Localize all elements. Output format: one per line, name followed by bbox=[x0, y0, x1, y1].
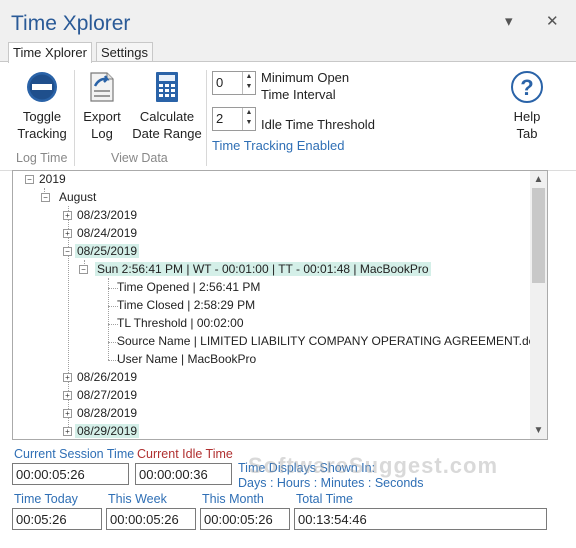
date-label: 08/23/2019 bbox=[77, 208, 138, 222]
idle-time-field[interactable]: 00:00:00:36 bbox=[135, 463, 232, 485]
expand-icon[interactable]: + bbox=[63, 409, 72, 418]
export-log-button[interactable]: Export Log bbox=[78, 70, 126, 142]
collapse-icon[interactable]: − bbox=[79, 265, 88, 274]
tracking-status: Time Tracking Enabled bbox=[212, 138, 345, 153]
tree-content: − 2019 − August + 08/23/2019 + 08/24/201… bbox=[13, 171, 541, 439]
spinner-arrows-icon[interactable]: ▲ ▼ bbox=[242, 72, 255, 94]
date-label: 08/27/2019 bbox=[77, 388, 138, 402]
date-label: 08/29/2019 bbox=[75, 424, 140, 438]
min-open-value: 0 bbox=[216, 75, 224, 90]
tab-strip: Time Xplorer Settings bbox=[0, 42, 576, 63]
tree-detail[interactable]: Source Name | LIMITED LIABILITY COMPANY … bbox=[117, 333, 541, 350]
expand-icon[interactable]: + bbox=[63, 427, 72, 436]
tree-node-date[interactable]: + 08/23/2019 bbox=[63, 207, 139, 224]
time-log-tree[interactable]: − 2019 − August + 08/23/2019 + 08/24/201… bbox=[12, 170, 548, 440]
tree-node-date[interactable]: + 08/26/2019 bbox=[63, 369, 139, 386]
expand-icon[interactable]: + bbox=[63, 373, 72, 382]
date-label: 08/28/2019 bbox=[77, 406, 138, 420]
expand-icon[interactable]: + bbox=[63, 211, 72, 220]
date-label: 08/24/2019 bbox=[77, 226, 138, 240]
this-week-label: This Week bbox=[108, 492, 167, 506]
no-entry-icon bbox=[27, 72, 57, 102]
scroll-up-icon[interactable]: ▲ bbox=[530, 171, 547, 188]
time-today-label: Time Today bbox=[14, 492, 78, 506]
tab-settings[interactable]: Settings bbox=[96, 42, 153, 63]
help-tab-button[interactable]: ? Help Tab bbox=[503, 70, 551, 142]
tree-detail[interactable]: Time Opened | 2:56:41 PM bbox=[117, 279, 260, 296]
tree-node-date[interactable]: + 08/27/2019 bbox=[63, 387, 139, 404]
toggle-tracking-button[interactable]: Toggle Tracking bbox=[12, 70, 72, 142]
tree-connector bbox=[108, 278, 109, 360]
this-month-field[interactable]: 00:00:05:26 bbox=[200, 508, 290, 530]
help-label-2: Tab bbox=[516, 126, 538, 141]
spinner-arrows-icon[interactable]: ▲ ▼ bbox=[242, 108, 255, 130]
tree-node-date[interactable]: + 08/28/2019 bbox=[63, 405, 139, 422]
idle-time-label: Current Idle Time bbox=[137, 447, 233, 461]
date-label: 08/26/2019 bbox=[77, 370, 138, 384]
ribbon: Toggle Tracking Export Log Calculate Dat… bbox=[0, 61, 576, 171]
session-time-field[interactable]: 00:00:05:26 bbox=[12, 463, 129, 485]
toggle-label-1: Toggle bbox=[22, 109, 62, 124]
expand-icon[interactable]: + bbox=[63, 229, 72, 238]
collapse-icon[interactable]: − bbox=[63, 247, 72, 256]
toggle-label-2: Tracking bbox=[17, 126, 67, 141]
collapse-icon[interactable]: − bbox=[41, 193, 50, 202]
calculator-icon bbox=[156, 72, 178, 102]
month-label: August bbox=[59, 190, 97, 204]
collapse-icon[interactable]: − bbox=[25, 175, 34, 184]
expand-icon[interactable]: + bbox=[63, 391, 72, 400]
tab-time-xplorer[interactable]: Time Xplorer bbox=[8, 42, 92, 63]
session-time-label: Current Session Time bbox=[14, 447, 135, 461]
min-open-label: Minimum Open Time Interval bbox=[261, 69, 349, 103]
scroll-thumb[interactable] bbox=[532, 188, 545, 283]
tree-node-date[interactable]: + 08/24/2019 bbox=[63, 225, 139, 242]
app-title: Time Xplorer bbox=[11, 12, 131, 35]
min-open-label-line1: Minimum Open bbox=[261, 70, 350, 85]
close-icon[interactable]: ✕ bbox=[546, 12, 559, 30]
tree-node-date-open[interactable]: − 08/25/2019 bbox=[63, 243, 140, 260]
idle-threshold-value: 2 bbox=[216, 111, 224, 126]
min-open-interval-spinner[interactable]: 0 ▲ ▼ bbox=[212, 71, 256, 95]
title-bar: Time Xplorer ▾ ✕ bbox=[0, 0, 576, 42]
total-time-field[interactable]: 00:13:54:46 bbox=[294, 508, 547, 530]
tree-detail[interactable]: TL Threshold | 00:02:00 bbox=[117, 315, 244, 332]
total-time-label: Total Time bbox=[296, 492, 353, 506]
this-month-label: This Month bbox=[202, 492, 264, 506]
watermark: SoftwareSuggest.com bbox=[248, 453, 499, 478]
scroll-down-icon[interactable]: ▼ bbox=[530, 422, 547, 439]
export-label-1: Export bbox=[83, 109, 121, 124]
calc-label-2: Date Range bbox=[132, 126, 202, 141]
tree-node-month[interactable]: − August bbox=[41, 189, 98, 206]
tree-node-year[interactable]: − 2019 bbox=[25, 171, 68, 188]
time-today-field[interactable]: 00:05:26 bbox=[12, 508, 102, 530]
calc-label-1: Calculate bbox=[139, 109, 195, 124]
group-label-view-data: View Data bbox=[111, 151, 168, 165]
tree-node-date[interactable]: + 08/29/2019 bbox=[63, 423, 140, 439]
date-label: 08/25/2019 bbox=[75, 244, 140, 258]
min-open-label-line2: Time Interval bbox=[261, 87, 336, 102]
svg-text:?: ? bbox=[520, 75, 533, 100]
group-label-log-time: Log Time bbox=[16, 151, 68, 165]
ribbon-separator bbox=[206, 70, 207, 166]
session-label: Sun 2:56:41 PM | WT - 00:01:00 | TT - 00… bbox=[95, 262, 431, 276]
export-label-2: Log bbox=[91, 126, 113, 141]
export-document-icon bbox=[90, 72, 114, 102]
tree-node-session[interactable]: − Sun 2:56:41 PM | WT - 00:01:00 | TT - … bbox=[79, 261, 431, 278]
year-label: 2019 bbox=[39, 172, 66, 186]
tree-detail[interactable]: User Name | MacBookPro bbox=[117, 351, 256, 368]
pane-options-icon[interactable]: ▾ bbox=[505, 12, 513, 30]
tree-detail[interactable]: Time Closed | 2:58:29 PM bbox=[117, 297, 255, 314]
help-icon: ? bbox=[511, 71, 543, 103]
ribbon-separator bbox=[74, 70, 75, 166]
idle-threshold-label: Idle Time Threshold bbox=[261, 117, 375, 132]
help-label-1: Help bbox=[513, 109, 541, 124]
calculate-date-range-button[interactable]: Calculate Date Range bbox=[130, 70, 204, 142]
idle-threshold-spinner[interactable]: 2 ▲ ▼ bbox=[212, 107, 256, 131]
tree-scrollbar[interactable]: ▲ ▼ bbox=[530, 171, 547, 439]
this-week-field[interactable]: 00:00:05:26 bbox=[106, 508, 196, 530]
